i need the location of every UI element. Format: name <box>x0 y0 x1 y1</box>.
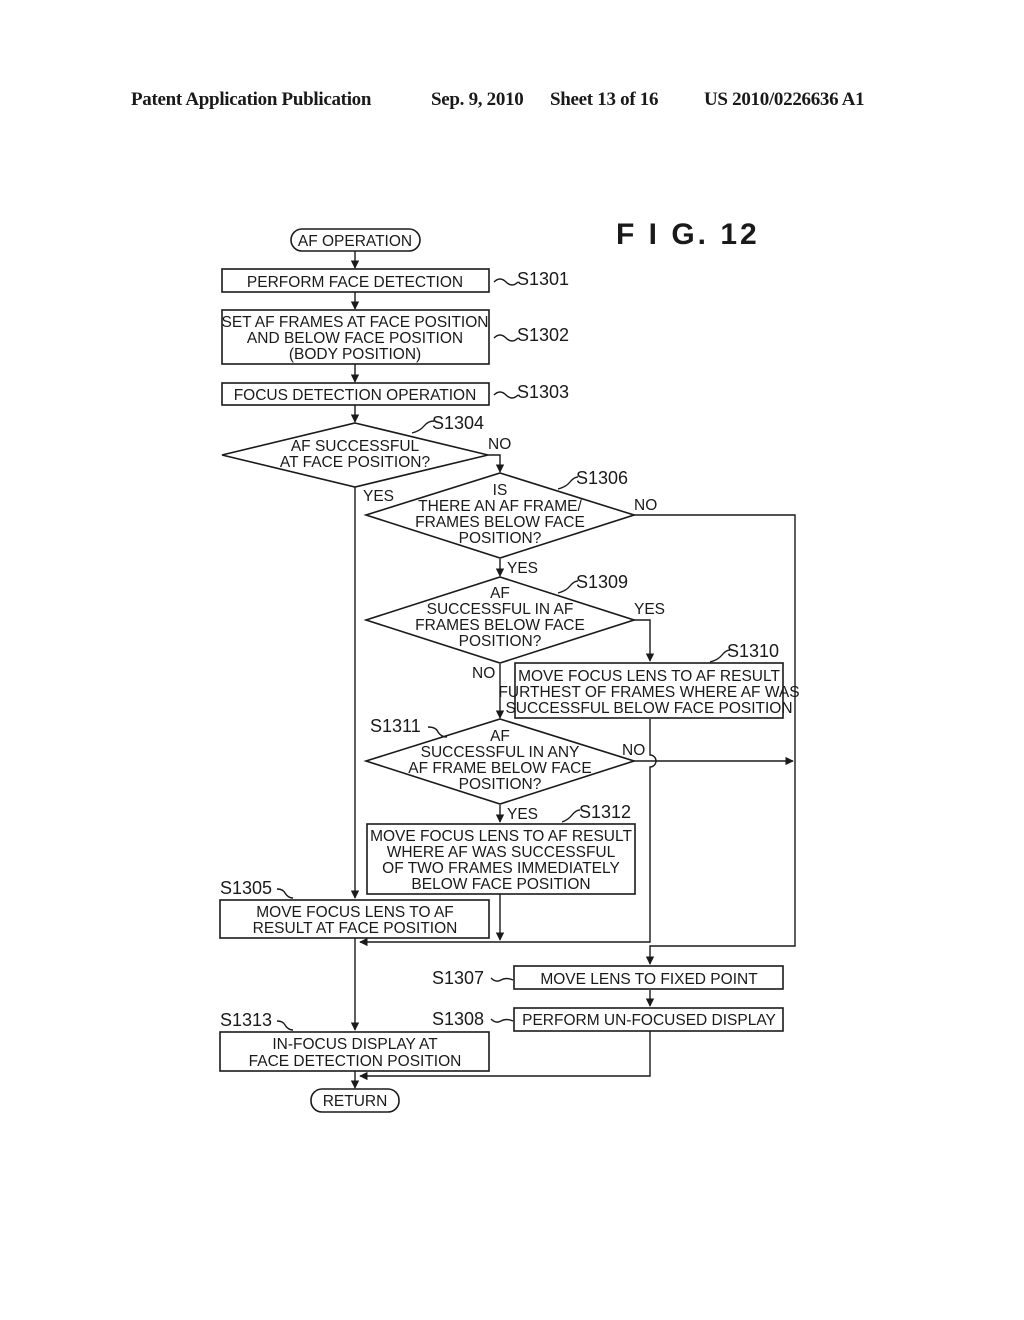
step-id-s1306: S1306 <box>576 468 628 488</box>
leader-s1313 <box>276 1020 294 1031</box>
step-text: BELOW FACE POSITION <box>411 876 590 893</box>
step-text: OF TWO FRAMES IMMEDIATELY <box>382 860 620 877</box>
step-id-s1309: S1309 <box>576 572 628 592</box>
decision-text: SUCCESSFUL IN AF <box>427 601 574 618</box>
step-s1307: MOVE LENS TO FIXED POINT <box>513 965 784 990</box>
step-text: MOVE FOCUS LENS TO AF RESULT <box>370 828 632 845</box>
leader-s1307 <box>490 977 514 982</box>
step-text: RESULT AT FACE POSITION <box>253 920 458 937</box>
decision-text: POSITION? <box>459 530 542 547</box>
decision-text: AT FACE POSITION? <box>280 454 431 471</box>
leader-s1304 <box>411 420 435 434</box>
step-id-s1304: S1304 <box>432 413 484 433</box>
step-text: PERFORM FACE DETECTION <box>247 274 463 291</box>
step-id-s1307: S1307 <box>432 968 484 988</box>
step-id-s1305: S1305 <box>220 878 272 898</box>
step-s1310: MOVE FOCUS LENS TO AF RESULT FURTHEST OF… <box>498 662 800 719</box>
step-id-s1308: S1308 <box>432 1009 484 1029</box>
branch-label-s1304-yes: YES <box>363 488 394 505</box>
end-text: RETURN <box>323 1093 388 1110</box>
branch-label-s1311-no: NO <box>622 742 645 759</box>
step-text: MOVE FOCUS LENS TO AF <box>256 904 454 921</box>
branch-label-s1309-no: NO <box>472 665 495 682</box>
leader-s1301 <box>493 278 519 286</box>
step-text: MOVE LENS TO FIXED POINT <box>540 971 758 988</box>
leader-s1309 <box>557 580 579 594</box>
edge-s1309-yes <box>634 619 655 662</box>
leader-s1305 <box>276 888 294 899</box>
step-s1302: SET AF FRAMES AT FACE POSITION AND BELOW… <box>221 309 490 365</box>
leader-s1303 <box>493 391 519 399</box>
step-id-s1301: S1301 <box>517 269 569 289</box>
decision-text: AF SUCCESSFUL <box>291 438 420 455</box>
step-text: WHERE AF WAS SUCCESSFUL <box>387 844 616 861</box>
branch-label-s1306-no: NO <box>634 497 657 514</box>
decision-text: FRAMES BELOW FACE <box>415 617 585 634</box>
step-text: AND BELOW FACE POSITION <box>247 330 463 347</box>
decision-text: POSITION? <box>459 633 542 650</box>
leader-s1312 <box>561 809 581 823</box>
step-text: IN-FOCUS DISPLAY AT <box>272 1036 438 1053</box>
decision-text: POSITION? <box>459 776 542 793</box>
step-s1308: PERFORM UN-FOCUSED DISPLAY <box>513 1007 784 1032</box>
branch-label-s1309-yes: YES <box>634 601 665 618</box>
leader-s1302 <box>493 334 519 342</box>
decision-text: IS <box>493 482 508 499</box>
step-s1313: IN-FOCUS DISPLAY AT FACE DETECTION POSIT… <box>219 1031 490 1072</box>
step-text: (BODY POSITION) <box>289 346 421 363</box>
step-id-s1310: S1310 <box>727 641 779 661</box>
step-id-s1303: S1303 <box>517 382 569 402</box>
branch-label-s1311-yes: YES <box>507 806 538 823</box>
decision-text: AF FRAME BELOW FACE <box>408 760 591 777</box>
step-id-s1313: S1313 <box>220 1010 272 1030</box>
leader-s1311 <box>427 726 448 738</box>
start-text: AF OPERATION <box>298 233 412 250</box>
step-id-s1311: S1311 <box>370 716 421 736</box>
step-text: PERFORM UN-FOCUSED DISPLAY <box>522 1012 776 1029</box>
step-id-s1312: S1312 <box>579 802 631 822</box>
step-text: SET AF FRAMES AT FACE POSITION <box>221 314 488 331</box>
leader-s1308 <box>490 1018 514 1023</box>
flowchart: AF OPERATION RETURN PERFORM FACE DETECTI… <box>219 228 800 1113</box>
step-text: FOCUS DETECTION OPERATION <box>234 387 477 404</box>
decision-text: AF <box>490 728 510 745</box>
decision-text: FRAMES BELOW FACE <box>415 514 585 531</box>
step-id-s1302: S1302 <box>517 325 569 345</box>
decision-text: SUCCESSFUL IN ANY <box>421 744 580 761</box>
step-text: SUCCESSFUL BELOW FACE POSITION <box>505 700 792 717</box>
decision-text: THERE AN AF FRAME/ <box>418 498 582 515</box>
step-s1305: MOVE FOCUS LENS TO AF RESULT AT FACE POS… <box>219 899 490 939</box>
step-text: FACE DETECTION POSITION <box>249 1053 462 1070</box>
step-s1303: FOCUS DETECTION OPERATION <box>221 382 490 406</box>
start-terminal: AF OPERATION <box>290 228 421 252</box>
step-text: FURTHEST OF FRAMES WHERE AF WAS <box>498 684 799 701</box>
step-text: MOVE FOCUS LENS TO AF RESULT <box>518 668 780 685</box>
edge-s1304-no <box>488 454 505 473</box>
branch-label-s1306-yes: YES <box>507 560 538 577</box>
branch-label-s1304-no: NO <box>488 436 511 453</box>
step-s1312: MOVE FOCUS LENS TO AF RESULT WHERE AF WA… <box>366 823 636 895</box>
step-s1301: PERFORM FACE DETECTION <box>221 268 490 293</box>
end-terminal: RETURN <box>310 1088 400 1113</box>
edge-s1306-no <box>634 514 796 965</box>
leader-s1306 <box>557 476 579 490</box>
decision-text: AF <box>490 585 510 602</box>
